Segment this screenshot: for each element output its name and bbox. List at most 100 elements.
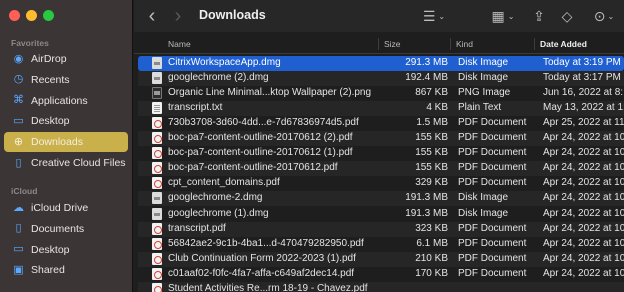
- file-row[interactable]: boc-pa7-content-outline-20170612 (2).pdf…: [138, 131, 624, 147]
- file-name: Student Activities Re...rm 18-19 - Chave…: [168, 282, 368, 292]
- file-size: 329 KB: [415, 177, 448, 189]
- sidebar-item-shared[interactable]: ▣ Shared: [4, 260, 128, 280]
- forward-button[interactable]: ›: [170, 4, 186, 27]
- chevron-left-icon: ‹: [148, 4, 156, 27]
- zoom-button[interactable]: [43, 10, 54, 21]
- file-name: boc-pa7-content-outline-20170612 (2).pdf: [168, 132, 353, 144]
- png-file-icon: [152, 87, 162, 100]
- share-icon: ⇪: [533, 7, 545, 24]
- file-name: 730b3708-3d60-4dd...e-7d67836974d5.pdf: [168, 117, 359, 129]
- sidebar-item-creative-cloud-files[interactable]: ▯ Creative Cloud Files: [4, 153, 128, 173]
- column-size[interactable]: Size: [384, 39, 401, 49]
- file-kind: Disk Image: [458, 192, 509, 204]
- chevron-down-icon: ⌄: [438, 11, 446, 21]
- cloud-icon: ☁: [13, 201, 24, 214]
- file-kind: PNG Image: [458, 87, 511, 99]
- airdrop-icon: ◉: [13, 52, 24, 65]
- pdf-file-icon: [152, 282, 162, 292]
- file-row[interactable]: c01aaf02-f0fc-4fa7-affa-c649af2dec14.pdf…: [138, 267, 624, 282]
- sidebar-item-desktop[interactable]: ▭ Desktop: [4, 240, 128, 260]
- pdf-file-icon: [152, 222, 162, 235]
- column-header: Name Size Kind Date Added: [134, 34, 624, 54]
- file-name: googlechrome (2).dmg: [168, 72, 269, 84]
- list-view-button[interactable]: ☰ ⌄: [420, 6, 448, 26]
- document-icon: ▯: [15, 156, 22, 169]
- pdf-file-icon: [152, 267, 162, 280]
- file-date-added: Jun 16, 2022 at 8:: [543, 87, 624, 99]
- file-name: transcript.pdf: [168, 222, 226, 234]
- dmg-file-icon: [152, 57, 162, 69]
- column-kind[interactable]: Kind: [456, 39, 473, 49]
- file-row[interactable]: Organic Line Minimal...ktop Wallpaper (2…: [138, 86, 624, 101]
- share-button[interactable]: ⇪: [530, 6, 548, 26]
- file-name: googlechrome-2.dmg: [168, 192, 263, 204]
- file-size: 155 KB: [415, 132, 448, 144]
- more-actions-button[interactable]: ⊙ ⌄: [590, 6, 618, 26]
- shared-folder-icon: ▣: [13, 263, 24, 276]
- file-row[interactable]: transcript.pdf 323 KB PDF Document Apr 24, …: [138, 221, 624, 237]
- chevron-down-icon: ⌄: [507, 11, 515, 21]
- sidebar-item-label: Shared: [31, 264, 65, 277]
- column-name[interactable]: Name: [168, 39, 191, 49]
- file-date-added: Apr 24, 2022 at 10:: [543, 237, 624, 249]
- file-row[interactable]: googlechrome-2.dmg 191.3 MB Disk Image Apr …: [138, 191, 624, 207]
- sidebar-item-downloads[interactable]: ⊕ Downloads: [4, 132, 128, 153]
- file-date-added: Apr 24, 2022 at 10:: [543, 132, 624, 144]
- sidebar-item-applications[interactable]: ⌘ Applications: [4, 91, 128, 111]
- minimize-button[interactable]: [26, 10, 37, 21]
- sidebar-item-label: Downloads: [31, 136, 83, 149]
- close-button[interactable]: [9, 10, 20, 21]
- file-size: 170 KB: [415, 267, 448, 279]
- file-row[interactable]: 730b3708-3d60-4dd...e-7d67836974d5.pdf 1.…: [138, 116, 624, 131]
- grid-icon: ▦: [491, 7, 505, 24]
- window-title: Downloads: [199, 8, 266, 22]
- file-date-added: Apr 24, 2022 at 10:: [543, 252, 624, 264]
- file-row[interactable]: googlechrome (2).dmg 192.4 MB Disk Image To…: [138, 71, 624, 87]
- file-row[interactable]: Club Continuation Form 2022-2023 (1).pdf…: [138, 251, 624, 267]
- sidebar-item-label: Documents: [31, 222, 85, 235]
- dmg-file-icon: [152, 192, 162, 205]
- file-row[interactable]: CitrixWorkspaceApp.dmg 291.3 MB Disk Image…: [138, 56, 624, 71]
- sidebar-item-icloud-drive[interactable]: ☁ iCloud Drive: [4, 198, 128, 218]
- pdf-file-icon: [152, 147, 162, 160]
- file-size: 191.3 MB: [405, 192, 448, 204]
- list-view-icon: ☰: [422, 7, 436, 24]
- column-date-added[interactable]: Date Added: [540, 39, 587, 49]
- file-kind: PDF Document: [458, 117, 527, 129]
- file-kind: PDF Document: [458, 177, 527, 189]
- file-row[interactable]: cpt_content_domains.pdf 329 KB PDF Documen…: [138, 176, 624, 191]
- document-icon: ▯: [15, 222, 22, 235]
- file-row[interactable]: Student Activities Re...rm 18-19 - Chave…: [138, 281, 624, 292]
- pdf-file-icon: [152, 132, 162, 145]
- desktop-icon: ▭: [13, 114, 24, 127]
- group-by-button[interactable]: ▦ ⌄: [488, 6, 518, 26]
- chevron-right-icon: ›: [174, 4, 182, 27]
- file-kind: PDF Document: [458, 132, 527, 144]
- sidebar-item-airdrop[interactable]: ◉ AirDrop: [4, 49, 128, 69]
- file-kind: Disk Image: [458, 57, 509, 68]
- dmg-file-icon: [152, 207, 162, 220]
- file-row[interactable]: 56842ae2-9c1b-4ba1...d-470479282950.pdf 6…: [138, 237, 624, 252]
- file-size: 192.4 MB: [405, 72, 448, 84]
- desktop-icon: ▭: [13, 243, 24, 256]
- pdf-file-icon: [152, 237, 162, 250]
- txt-file-icon: [152, 102, 162, 115]
- file-date-added: Apr 25, 2022 at 11:: [543, 117, 624, 129]
- file-kind: PDF Document: [458, 147, 527, 159]
- tags-button[interactable]: ◇: [558, 6, 576, 26]
- sidebar-item-recents[interactable]: ◷ Recents: [4, 70, 128, 90]
- file-row[interactable]: transcript.txt 4 KB Plain Text May 13, 2022…: [138, 101, 624, 117]
- file-row[interactable]: boc-pa7-content-outline-20170612.pdf 155 …: [138, 161, 624, 177]
- file-name: c01aaf02-f0fc-4fa7-affa-c649af2dec14.pdf: [168, 267, 355, 279]
- sidebar-item-documents[interactable]: ▯ Documents: [4, 219, 128, 239]
- applications-icon: ⌘: [13, 94, 24, 107]
- file-size: 155 KB: [415, 147, 448, 159]
- file-row[interactable]: boc-pa7-content-outline-20170612 (1).pdf…: [138, 146, 624, 161]
- ellipsis-circle-icon: ⊙: [593, 7, 606, 24]
- file-size: 155 KB: [415, 162, 448, 174]
- file-row[interactable]: googlechrome (1).dmg 191.3 MB Disk Image Ap…: [138, 207, 624, 222]
- file-kind: Disk Image: [458, 72, 509, 84]
- file-name: Organic Line Minimal...ktop Wallpaper (2…: [168, 87, 372, 99]
- sidebar-item-desktop[interactable]: ▭ Desktop: [4, 111, 128, 131]
- back-button[interactable]: ‹: [144, 4, 160, 27]
